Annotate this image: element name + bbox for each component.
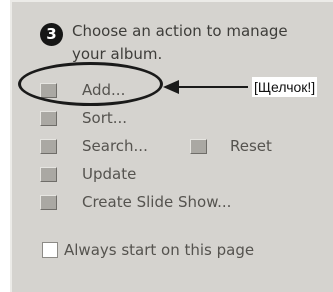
always-start-checkbox[interactable] <box>42 242 58 258</box>
highlight-oval <box>18 62 163 106</box>
sort-button[interactable] <box>40 111 57 126</box>
search-label[interactable]: Search... <box>82 136 148 156</box>
sort-label[interactable]: Sort... <box>82 108 127 128</box>
always-start-label[interactable]: Always start on this page <box>64 240 254 260</box>
search-button[interactable] <box>40 139 57 154</box>
step-number-badge: 3 <box>40 23 63 46</box>
step-heading: Choose an action to manage your album. <box>72 22 288 63</box>
create-slide-show-button[interactable] <box>40 195 57 210</box>
reset-label[interactable]: Reset <box>230 136 272 156</box>
click-callout-text: [Щелчок!] <box>252 77 318 97</box>
callout-arrow-head-icon <box>163 80 179 94</box>
callout-arrow-line <box>170 86 248 88</box>
album-actions-panel: 3 Choose an action to manage your album.… <box>10 0 333 292</box>
reset-button[interactable] <box>190 139 207 154</box>
update-label[interactable]: Update <box>82 164 136 184</box>
create-slide-show-label[interactable]: Create Slide Show... <box>82 192 231 212</box>
update-button[interactable] <box>40 167 57 182</box>
